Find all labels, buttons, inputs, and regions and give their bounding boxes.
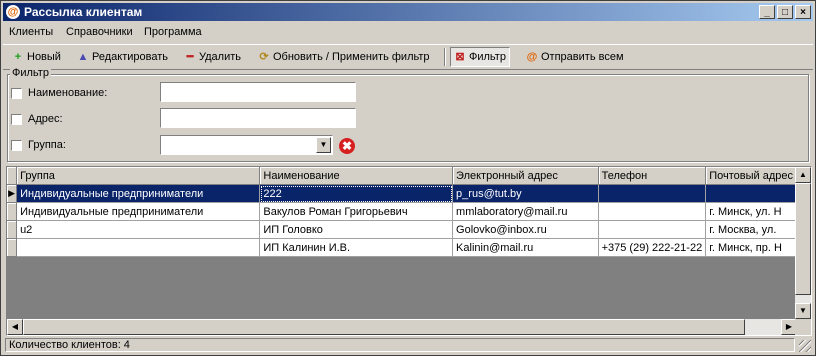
group-filter-select[interactable]: ▼ (160, 135, 333, 155)
toolbar: + Новый ▲ Редактировать ━ Удалить ⟳ Обновить… (3, 44, 813, 70)
row-indicator-header (7, 167, 18, 185)
refresh-apply-filter-button[interactable]: ⟳ Обновить / Применить фильтр (258, 48, 429, 66)
address-filter-input[interactable] (160, 108, 356, 128)
table-cell[interactable]: ИП Головко (259, 220, 454, 239)
scrollbar-corner (795, 319, 811, 335)
email-at-icon: @ (526, 51, 538, 63)
minimize-button[interactable]: _ (759, 5, 775, 19)
title-bar[interactable]: @ Рассылка клиентам _ □ × (3, 3, 813, 21)
column-header-postal-address[interactable]: Почтовый адрес (705, 167, 797, 185)
close-button[interactable]: × (795, 5, 811, 19)
table-row[interactable]: u2 ИП Головко Golovko@inbox.ru г. Москва… (7, 220, 797, 239)
table-cell[interactable]: г. Минск, пр. Н (705, 238, 797, 257)
menu-program[interactable]: Программа (144, 26, 202, 38)
table-cell[interactable]: p_rus@tut.by (452, 184, 599, 203)
clients-grid: Группа Наименование Электронный адрес Те… (6, 166, 812, 336)
group-filter-checkbox[interactable] (11, 140, 22, 151)
new-button[interactable]: + Новый (12, 48, 61, 66)
table-cell[interactable]: г. Минск, ул. Н (705, 202, 797, 221)
resize-grip-icon[interactable] (799, 340, 811, 352)
maximize-button[interactable]: □ (777, 5, 793, 19)
column-header-name[interactable]: Наименование (259, 167, 454, 185)
menu-references[interactable]: Справочники (66, 26, 133, 38)
client-count-status: Количество клиентов: 4 (5, 338, 795, 352)
table-cell[interactable] (598, 202, 707, 221)
edit-button[interactable]: ▲ Редактировать (77, 48, 168, 66)
table-cell-focused[interactable]: 222 (259, 184, 454, 203)
table-cell[interactable] (705, 184, 797, 203)
table-cell[interactable]: Kalinin@mail.ru (452, 238, 599, 257)
main-window: @ Рассылка клиентам _ □ × Клиенты Справо… (0, 0, 816, 356)
plus-icon: + (14, 51, 22, 63)
clear-filter-icon[interactable]: ✖ (339, 138, 355, 154)
minus-icon: ━ (186, 51, 194, 63)
current-row-arrow-icon: ▶ (7, 184, 18, 203)
filter-group (7, 74, 809, 162)
table-cell[interactable]: Golovko@inbox.ru (452, 220, 599, 239)
filter-toggle-button[interactable]: ⊠ Фильтр (450, 47, 510, 67)
table-row[interactable]: ИП Калинин И.В. Kalinin@mail.ru +375 (29… (7, 238, 797, 257)
table-cell[interactable]: г. Москва, ул. (705, 220, 797, 239)
row-indicator (7, 202, 18, 221)
filter-group-legend: Фильтр (10, 67, 51, 79)
table-cell[interactable] (16, 238, 261, 257)
vertical-scrollbar[interactable]: ▲ ▼ (795, 167, 811, 319)
toolbar-separator (444, 48, 446, 66)
column-header-phone[interactable]: Телефон (598, 167, 707, 185)
menu-clients[interactable]: Клиенты (9, 26, 53, 38)
clients-table: Группа Наименование Электронный адрес Те… (7, 167, 797, 257)
table-row-selected[interactable]: ▶ Индивидуальные предприниматели 222 p_r… (7, 184, 797, 203)
group-filter-label: Группа: (28, 139, 66, 151)
table-cell[interactable]: ИП Калинин И.В. (259, 238, 454, 257)
table-cell[interactable]: u2 (16, 220, 261, 239)
table-cell[interactable]: Индивидуальные предприниматели (16, 184, 261, 203)
column-header-email[interactable]: Электронный адрес (452, 167, 599, 185)
address-filter-checkbox[interactable] (11, 114, 22, 125)
table-cell[interactable]: mmlaboratory@mail.ru (452, 202, 599, 221)
refresh-icon: ⟳ (259, 51, 269, 63)
scroll-left-icon[interactable]: ◀ (7, 319, 23, 335)
row-indicator (7, 220, 18, 239)
column-header-group[interactable]: Группа (16, 167, 261, 185)
scroll-up-icon[interactable]: ▲ (795, 167, 811, 183)
filter-grid-icon: ⊠ (455, 51, 465, 63)
name-filter-checkbox[interactable] (11, 88, 22, 99)
status-bar: Количество клиентов: 4 (3, 337, 813, 353)
table-cell[interactable] (598, 184, 707, 203)
horizontal-scroll-thumb[interactable] (23, 319, 745, 335)
horizontal-scrollbar[interactable]: ◀ ▶ (7, 319, 797, 335)
name-filter-label: Наименование: (28, 87, 108, 99)
triangle-up-icon: ▲ (77, 51, 89, 63)
table-cell[interactable]: Вакулов Роман Григорьевич (259, 202, 454, 221)
app-at-icon: @ (6, 5, 20, 19)
table-cell[interactable]: +375 (29) 222-21-22 (598, 238, 707, 257)
send-all-button[interactable]: @ Отправить всем (526, 48, 624, 66)
address-filter-label: Адрес: (28, 113, 63, 125)
menu-bar: Клиенты Справочники Программа (3, 23, 813, 42)
delete-button[interactable]: ━ Удалить (184, 48, 241, 66)
name-filter-input[interactable] (160, 82, 356, 102)
vertical-scroll-thumb[interactable] (795, 183, 811, 295)
scroll-down-icon[interactable]: ▼ (795, 303, 811, 319)
window-title: Рассылка клиентам (24, 5, 143, 19)
row-indicator (7, 238, 18, 257)
table-cell[interactable]: Индивидуальные предприниматели (16, 202, 261, 221)
table-cell[interactable] (598, 220, 707, 239)
chevron-down-icon[interactable]: ▼ (316, 137, 331, 153)
table-row[interactable]: Индивидуальные предприниматели Вакулов Р… (7, 202, 797, 221)
